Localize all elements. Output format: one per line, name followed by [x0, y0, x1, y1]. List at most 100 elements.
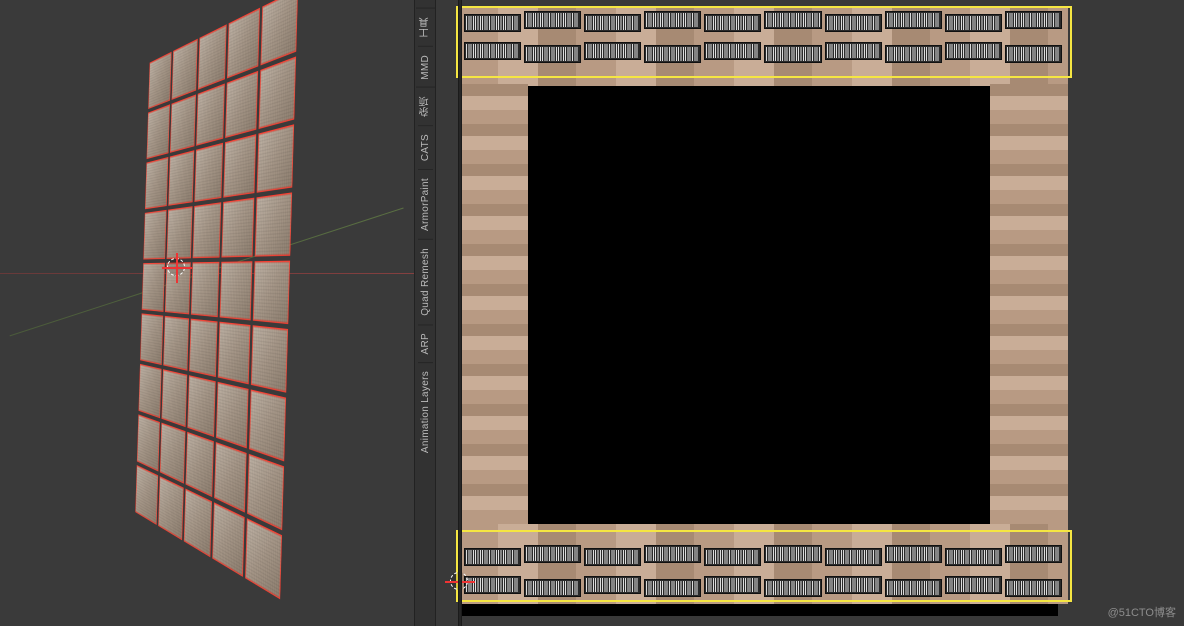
uv-island[interactable]: [764, 11, 821, 29]
uv-island[interactable]: [764, 545, 821, 563]
wall-tile[interactable]: [148, 52, 171, 109]
wall-tile[interactable]: [257, 124, 294, 193]
wall-tile[interactable]: [140, 313, 163, 365]
uv-island[interactable]: [1005, 545, 1062, 563]
uv-island[interactable]: [524, 545, 581, 563]
uv-islands-bottom[interactable]: [458, 544, 1068, 598]
wall-tile[interactable]: [227, 8, 260, 79]
wall-tile[interactable]: [185, 432, 214, 498]
tab-杂项[interactable]: 杂项: [416, 87, 435, 125]
wall-tile[interactable]: [187, 375, 216, 437]
wall-tile[interactable]: [253, 261, 290, 325]
wall-tile[interactable]: [247, 454, 284, 531]
uv-island[interactable]: [464, 42, 521, 60]
uv-island[interactable]: [524, 45, 581, 63]
wall-tile[interactable]: [224, 134, 257, 198]
uv-island[interactable]: [584, 14, 641, 32]
wall-tile[interactable]: [255, 192, 292, 256]
wall-tile[interactable]: [216, 382, 248, 449]
panel-divider[interactable]: [458, 0, 462, 626]
wall-tile[interactable]: [167, 206, 193, 259]
wall-tile[interactable]: [218, 322, 251, 385]
tab-armorpaint[interactable]: ArmorPaint: [418, 169, 433, 239]
tab-animation-layers[interactable]: Animation Layers: [418, 362, 433, 461]
uv-island[interactable]: [584, 42, 641, 60]
uv-island[interactable]: [885, 579, 942, 597]
uv-island[interactable]: [764, 579, 821, 597]
wall-tile[interactable]: [194, 143, 223, 202]
uv-island[interactable]: [825, 576, 882, 594]
wall-tile[interactable]: [251, 325, 288, 393]
uv-island[interactable]: [825, 14, 882, 32]
uv-island[interactable]: [825, 548, 882, 566]
wall-tile[interactable]: [189, 319, 218, 378]
uv-island[interactable]: [644, 579, 701, 597]
uv-island[interactable]: [764, 45, 821, 63]
wall-tile[interactable]: [168, 150, 194, 206]
uv-island[interactable]: [464, 14, 521, 32]
tab-quad-remesh[interactable]: Quad Remesh: [418, 239, 433, 324]
wall-tile[interactable]: [163, 316, 189, 371]
uv-island[interactable]: [644, 45, 701, 63]
uv-island[interactable]: [584, 548, 641, 566]
wall-tile[interactable]: [261, 0, 299, 66]
wall-tile[interactable]: [225, 71, 258, 138]
wall-tile[interactable]: [139, 364, 162, 418]
wall-tile[interactable]: [147, 104, 170, 159]
watermark-text: @51CTO博客: [1108, 604, 1176, 620]
wall-tile[interactable]: [172, 39, 198, 100]
wall-tile[interactable]: [142, 263, 165, 312]
wall-tile[interactable]: [160, 423, 186, 484]
tab-cats[interactable]: CATS: [418, 125, 433, 169]
uv-island[interactable]: [1005, 11, 1062, 29]
wall-tile[interactable]: [214, 442, 246, 513]
uv-island[interactable]: [945, 548, 1002, 566]
wall-tile[interactable]: [245, 518, 282, 599]
uv-island[interactable]: [704, 576, 761, 594]
uv-islands-top[interactable]: [458, 10, 1068, 64]
wall-tile[interactable]: [158, 476, 183, 540]
uv-island[interactable]: [704, 548, 761, 566]
uv-island[interactable]: [644, 545, 701, 563]
uv-island[interactable]: [524, 579, 581, 597]
wall-tile[interactable]: [196, 83, 225, 146]
wall-tile[interactable]: [137, 414, 160, 471]
wall-tile[interactable]: [198, 24, 227, 90]
uv-island[interactable]: [885, 545, 942, 563]
wall-tile[interactable]: [135, 465, 158, 525]
uv-island[interactable]: [524, 11, 581, 29]
uv-island[interactable]: [464, 576, 521, 594]
uv-island[interactable]: [464, 548, 521, 566]
viewport-uv[interactable]: [436, 0, 1184, 626]
wall-tile[interactable]: [161, 369, 187, 427]
viewport-3d[interactable]: [0, 0, 414, 626]
uv-island[interactable]: [885, 45, 942, 63]
wall-tile[interactable]: [212, 502, 244, 577]
wall-tile[interactable]: [222, 198, 255, 258]
uv-island[interactable]: [945, 576, 1002, 594]
tab-arp[interactable]: ARP: [418, 324, 433, 362]
wall-tile[interactable]: [249, 389, 286, 461]
uv-island[interactable]: [885, 11, 942, 29]
texture-strip-left: [458, 84, 528, 524]
wall-tile[interactable]: [220, 261, 253, 320]
uv-island[interactable]: [704, 42, 761, 60]
wall-tile[interactable]: [145, 157, 168, 209]
wall-tile[interactable]: [184, 488, 213, 557]
uv-island[interactable]: [945, 14, 1002, 32]
uv-island[interactable]: [945, 42, 1002, 60]
uv-island[interactable]: [584, 576, 641, 594]
wall-tile[interactable]: [259, 56, 296, 129]
tab-mmd[interactable]: MMD: [418, 46, 433, 88]
wall-tile[interactable]: [170, 94, 196, 152]
tab-工具[interactable]: 工具: [416, 8, 435, 46]
uv-island[interactable]: [1005, 579, 1062, 597]
wall-tile[interactable]: [191, 262, 220, 318]
wall-tile[interactable]: [143, 210, 166, 260]
uv-island[interactable]: [825, 42, 882, 60]
uv-area[interactable]: [458, 6, 1058, 616]
uv-island[interactable]: [644, 11, 701, 29]
wall-tile[interactable]: [192, 202, 221, 258]
uv-island[interactable]: [1005, 45, 1062, 63]
uv-island[interactable]: [704, 14, 761, 32]
